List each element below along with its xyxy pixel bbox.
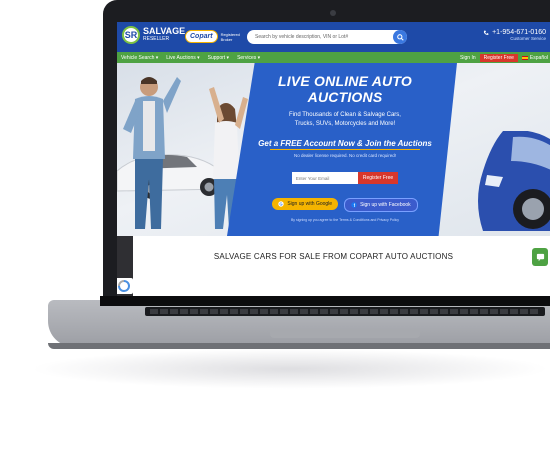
hero-subtitle-line1: Find Thousands of Clean & Salvage Cars, xyxy=(289,112,401,118)
nav-services[interactable]: Services ▾ xyxy=(233,55,264,61)
social-signup: G Sign up with Google f Sign up with Fac… xyxy=(245,198,445,212)
main-nav: Vehicle Search ▾ Live Auctions ▾ Support… xyxy=(117,52,550,63)
language-switch[interactable]: Español xyxy=(521,54,548,61)
laptop-shadow xyxy=(30,349,550,389)
laptop-front-edge xyxy=(48,343,550,349)
nav-vehicle-search[interactable]: Vehicle Search ▾ xyxy=(117,55,162,61)
google-signup-button[interactable]: G Sign up with Google xyxy=(272,198,339,210)
cta-note: No dealer license required. No credit ca… xyxy=(293,153,397,158)
sign-in-link[interactable]: Sign In xyxy=(460,55,476,61)
search-icon xyxy=(396,33,404,41)
listing-section: SALVAGE CARS FOR SALE FROM COPART AUTO A… xyxy=(117,236,550,296)
webcam xyxy=(330,10,336,16)
facebook-signup-label: Sign up with Facebook xyxy=(360,202,411,208)
cta-underline xyxy=(270,149,420,150)
site-header: SR SALVAGE RESELLER Copart Registered Br… xyxy=(117,22,550,52)
contact-phone[interactable]: +1-954-671-0160 Customer Service xyxy=(483,29,546,41)
copart-broker-badge[interactable]: Copart Registered Broker xyxy=(185,30,247,43)
search-input[interactable]: Search by vehicle description, VIN or Lo… xyxy=(247,34,393,40)
register-free-button[interactable]: Register Free xyxy=(479,53,518,62)
google-signup-label: Sign up with Google xyxy=(287,201,333,207)
customer-service-label: Customer Service xyxy=(510,36,546,41)
logo-name: SALVAGE xyxy=(143,26,186,36)
keyboard-keys xyxy=(150,309,540,314)
copart-logo: Copart xyxy=(185,30,218,43)
svg-text:G: G xyxy=(280,202,283,207)
chat-icon xyxy=(536,253,544,261)
terms-text: By signing up you agree to the Terms & C… xyxy=(290,218,400,222)
logo-subtext: RESELLER xyxy=(143,36,170,42)
laptop-hinge xyxy=(100,296,550,306)
nav-live-auctions[interactable]: Live Auctions ▾ xyxy=(162,55,203,61)
phone-icon xyxy=(483,30,489,35)
chat-widget[interactable] xyxy=(532,248,548,266)
hero-content: LIVE ONLINE AUTO AUCTIONS Find Thousands… xyxy=(245,73,445,222)
hero-register-button[interactable]: Register Free xyxy=(357,172,399,184)
touchpad xyxy=(270,330,420,338)
facebook-signup-button[interactable]: f Sign up with Facebook xyxy=(344,198,418,212)
google-icon: G xyxy=(278,201,285,207)
language-label: Español xyxy=(529,54,548,61)
nav-support[interactable]: Support ▾ xyxy=(204,55,233,61)
email-field[interactable]: Enter Your Email xyxy=(291,172,358,184)
section-title: SALVAGE CARS FOR SALE FROM COPART AUTO A… xyxy=(213,252,454,261)
signup-form: Enter Your Email Register Free xyxy=(245,172,445,184)
recaptcha-icon xyxy=(118,280,130,292)
laptop-screen: SR SALVAGE RESELLER Copart Registered Br… xyxy=(117,22,550,296)
site-logo[interactable]: SR SALVAGE RESELLER xyxy=(122,26,185,44)
logo-mark: SR xyxy=(122,26,140,44)
search-bar[interactable]: Search by vehicle description, VIN or Lo… xyxy=(247,30,407,44)
phone-number: +1-954-671-0160 xyxy=(492,29,546,36)
search-button[interactable] xyxy=(393,30,407,44)
copart-subtext: Registered Broker xyxy=(220,31,240,42)
hero-section: LIVE ONLINE AUTO AUCTIONS Find Thousands… xyxy=(117,63,550,236)
hero-title: LIVE ONLINE AUTO AUCTIONS xyxy=(278,73,412,105)
recaptcha-badge[interactable] xyxy=(117,278,133,294)
blue-car-image xyxy=(478,131,550,231)
spain-flag-icon xyxy=(521,55,528,60)
facebook-icon: f xyxy=(351,202,357,208)
hero-subtitle-line2: Trucks, SUVs, Motorcycles and More! xyxy=(294,121,396,127)
hero-cta: Get a FREE Account Now & Join the Auctio… xyxy=(258,139,432,148)
